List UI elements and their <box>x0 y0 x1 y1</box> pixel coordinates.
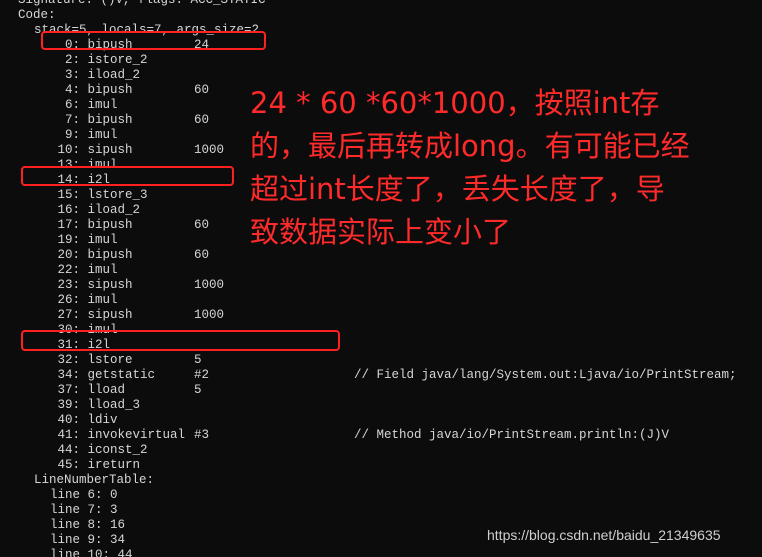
console-line-operand: 60 <box>194 83 210 97</box>
console-line-text: LineNumberTable: <box>34 473 155 487</box>
console-line-text: 6: imul <box>50 98 118 112</box>
console-line-text: line 7: 3 <box>50 503 118 517</box>
console-line-text: 19: imul <box>50 233 118 247</box>
highlight-box-i2l-14 <box>21 166 234 186</box>
console-line-text: 20: bipush <box>50 248 133 262</box>
console-line-text: 26: imul <box>50 293 118 307</box>
console-line-text: 44: iconst_2 <box>50 443 148 457</box>
console-line-text: 41: invokevirtual <box>50 428 186 442</box>
console-line-operand: 5 <box>194 383 202 397</box>
console-line-operand: // Method java/io/PrintStream.println:(J… <box>354 428 670 442</box>
console-line-text: line 8: 16 <box>50 518 126 532</box>
console-line-text: 40: ldiv <box>50 413 118 427</box>
console-line-operand: 1000 <box>194 308 225 322</box>
console-line-text: 27: sipush <box>50 308 133 322</box>
console-line-text: 22: imul <box>50 263 118 277</box>
console-line-operand: 1000 <box>194 143 225 157</box>
console-line-text: 4: bipush <box>50 83 133 97</box>
console-line-operand: 60 <box>194 113 210 127</box>
console-line-operand: #3 <box>194 428 210 442</box>
console-line-operand: 5 <box>194 353 202 367</box>
console-line-text: 9: imul <box>50 128 118 142</box>
console-line-operand: 1000 <box>194 278 225 292</box>
console-line-text: 37: lload <box>50 383 126 397</box>
console-line-text: 23: sipush <box>50 278 133 292</box>
console-line-text: 34: getstatic <box>50 368 156 382</box>
highlight-box-bipush-24 <box>41 31 266 50</box>
console-line-text: 7: bipush <box>50 113 133 127</box>
console-line-text: 2: istore_2 <box>50 53 148 67</box>
console-line-text: line 9: 34 <box>50 533 126 547</box>
console-line-text: 17: bipush <box>50 218 133 232</box>
terminal-window: Signature: ()V, flags: ACC_STATIC Code: st… <box>0 0 762 557</box>
blog-watermark: https://blog.csdn.net/baidu_21349635 <box>487 527 721 543</box>
console-line-text: 16: iload_2 <box>50 203 141 217</box>
highlight-box-i2l-31 <box>21 330 340 351</box>
console-line-text: 39: lload_3 <box>50 398 141 412</box>
console-line-text: 45: ireturn <box>50 458 141 472</box>
annotation-line: 的，最后再转成long。有可能已经 <box>250 129 690 163</box>
console-line-text: 32: lstore <box>50 353 133 367</box>
console-line-text: 3: iload_2 <box>50 68 141 82</box>
console-line-operand: // Field java/lang/System.out:Ljava/io/P… <box>354 368 737 382</box>
console-line-text: 15: lstore_3 <box>50 188 148 202</box>
console-line-text: line 6: 0 <box>50 488 118 502</box>
annotation-line: 24 * 60 *60*1000，按照int存 <box>250 86 660 120</box>
console-line-text: line 10: 44 <box>50 548 133 557</box>
annotation-line: 致数据实际上变小了 <box>250 215 512 249</box>
console-line-operand: 60 <box>194 218 210 232</box>
console-line-text: 10: sipush <box>50 143 133 157</box>
console-line-text: Code: <box>18 8 56 22</box>
console-line-text: Signature: ()V, flags: ACC_STATIC <box>18 0 266 7</box>
console-line-operand: #2 <box>194 368 210 382</box>
annotation-line: 超过int长度了，丢失长度了，导 <box>250 172 665 206</box>
overflow-annotation: 24 * 60 *60*1000，按照int存 的，最后再转成long。有可能已… <box>250 82 760 254</box>
console-line-operand: 60 <box>194 248 210 262</box>
